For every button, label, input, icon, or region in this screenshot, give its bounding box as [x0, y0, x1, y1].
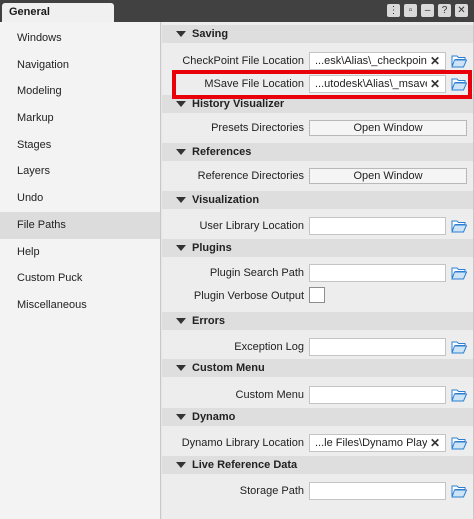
plugin-search-row: Plugin Search Path — [162, 262, 474, 284]
open-window-button[interactable]: Open Window — [309, 168, 467, 184]
collapse-triangle-icon — [176, 462, 186, 468]
folder-open-icon[interactable] — [451, 484, 467, 498]
user-library-field[interactable] — [309, 217, 446, 235]
collapse-triangle-icon — [176, 365, 186, 371]
section-references[interactable]: References — [162, 143, 474, 161]
checkpoint-row: CheckPoint File Location ...esk\Alias\_c… — [162, 50, 474, 72]
clear-icon[interactable]: ✕ — [430, 435, 440, 451]
msave-label: MSave File Location — [204, 78, 304, 90]
kebab-icon[interactable]: ⋮ — [387, 4, 400, 17]
collapse-triangle-icon — [176, 414, 186, 420]
section-title: History Visualizer — [192, 98, 285, 110]
user-library-label: User Library Location — [199, 220, 304, 232]
section-title: Visualization — [192, 194, 260, 206]
folder-open-icon[interactable] — [451, 77, 467, 91]
close-icon[interactable]: ✕ — [455, 4, 468, 17]
minimize-icon[interactable]: – — [421, 4, 434, 17]
plugin-verbose-label: Plugin Verbose Output — [193, 290, 304, 302]
section-visualization[interactable]: Visualization — [162, 191, 474, 209]
section-title: Errors — [192, 315, 226, 327]
folder-open-icon[interactable] — [451, 54, 467, 68]
dynamo-library-row: Dynamo Library Location ...le Files\Dyna… — [162, 432, 474, 454]
checkpoint-label: CheckPoint File Location — [182, 55, 304, 67]
section-plugins[interactable]: Plugins — [162, 239, 474, 257]
open-window-button[interactable]: Open Window — [309, 120, 467, 136]
sidebar: Windows Navigation Modeling Markup Stage… — [0, 22, 161, 519]
section-saving[interactable]: Saving — [162, 25, 474, 43]
folder-open-icon[interactable] — [451, 266, 467, 280]
tab-general-preferences[interactable]: General Preferences — [2, 3, 114, 37]
storage-path-field[interactable] — [309, 482, 446, 500]
section-title: Dynamo — [192, 411, 236, 423]
clear-icon[interactable]: ✕ — [430, 53, 440, 69]
section-live-reference-data[interactable]: Live Reference Data — [162, 456, 474, 474]
sidebar-item-navigation[interactable]: Navigation — [0, 52, 160, 79]
section-dynamo[interactable]: Dynamo — [162, 408, 474, 426]
storage-path-label: Storage Path — [239, 485, 304, 497]
help-icon[interactable]: ? — [438, 4, 451, 17]
collapse-triangle-icon — [176, 31, 186, 37]
msave-field[interactable]: ...utodesk\Alias\_msaved\ ✕ — [309, 75, 446, 93]
collapse-triangle-icon — [176, 318, 186, 324]
sidebar-item-stages[interactable]: Stages — [0, 132, 160, 159]
references-row: Reference Directories Open Window — [162, 166, 474, 188]
presets-row: Presets Directories Open Window — [162, 118, 474, 140]
section-title: Plugins — [192, 242, 232, 254]
presets-label: Presets Directories — [211, 122, 304, 134]
sidebar-item-windows[interactable]: Windows — [0, 25, 160, 52]
dynamo-library-value: ...le Files\Dynamo Player\ — [315, 437, 427, 449]
section-title: Live Reference Data — [192, 459, 298, 471]
sidebar-item-undo[interactable]: Undo — [0, 185, 160, 212]
custom-menu-row: Custom Menu — [162, 384, 474, 406]
title-bar: General Preferences ⋮ ▫ – ? ✕ — [0, 0, 474, 37]
plugin-search-field[interactable] — [309, 264, 446, 282]
section-title: References — [192, 146, 252, 158]
sidebar-item-markup[interactable]: Markup — [0, 105, 160, 132]
checkpoint-value: ...esk\Alias\_checkpoints\ — [315, 55, 427, 67]
clear-icon[interactable]: ✕ — [430, 76, 440, 92]
sidebar-item-custom-puck[interactable]: Custom Puck — [0, 265, 160, 292]
custom-menu-field[interactable] — [309, 386, 446, 404]
exception-log-label: Exception Log — [234, 341, 304, 353]
sidebar-item-help[interactable]: Help — [0, 239, 160, 266]
collapse-triangle-icon — [176, 101, 186, 107]
folder-open-icon[interactable] — [451, 436, 467, 450]
section-custom-menu[interactable]: Custom Menu — [162, 359, 474, 377]
folder-open-icon[interactable] — [451, 219, 467, 233]
section-errors[interactable]: Errors — [162, 312, 474, 330]
exception-log-field[interactable] — [309, 338, 446, 356]
plugin-search-label: Plugin Search Path — [209, 267, 304, 279]
plugin-verbose-checkbox[interactable] — [309, 287, 325, 303]
storage-path-row: Storage Path — [162, 480, 474, 502]
plugin-verbose-row: Plugin Verbose Output — [162, 285, 474, 307]
exception-log-row: Exception Log — [162, 336, 474, 358]
folder-open-icon[interactable] — [451, 388, 467, 402]
reference-directories-label: Reference Directories — [197, 170, 304, 182]
folder-open-icon[interactable] — [451, 340, 467, 354]
section-history-visualizer[interactable]: History Visualizer — [162, 95, 474, 113]
section-title: Custom Menu — [192, 362, 265, 374]
sidebar-item-layers[interactable]: Layers — [0, 158, 160, 185]
checkpoint-field[interactable]: ...esk\Alias\_checkpoints\ ✕ — [309, 52, 446, 70]
section-title: Saving — [192, 28, 229, 40]
custom-menu-label: Custom Menu — [235, 389, 304, 401]
collapse-triangle-icon — [176, 149, 186, 155]
maximize-icon[interactable]: ▫ — [404, 4, 417, 17]
collapse-triangle-icon — [176, 197, 186, 203]
sidebar-item-miscellaneous[interactable]: Miscellaneous — [0, 292, 160, 319]
msave-row: MSave File Location ...utodesk\Alias\_ms… — [162, 73, 474, 95]
preferences-panel: Saving CheckPoint File Location ...esk\A… — [162, 22, 474, 519]
user-library-row: User Library Location — [162, 215, 474, 237]
collapse-triangle-icon — [176, 245, 186, 251]
msave-value: ...utodesk\Alias\_msaved\ — [315, 78, 427, 90]
sidebar-item-modeling[interactable]: Modeling — [0, 78, 160, 105]
sidebar-item-file-paths[interactable]: File Paths — [0, 211, 160, 239]
dynamo-library-field[interactable]: ...le Files\Dynamo Player\ ✕ — [309, 434, 446, 452]
dynamo-library-label: Dynamo Library Location — [181, 437, 304, 449]
